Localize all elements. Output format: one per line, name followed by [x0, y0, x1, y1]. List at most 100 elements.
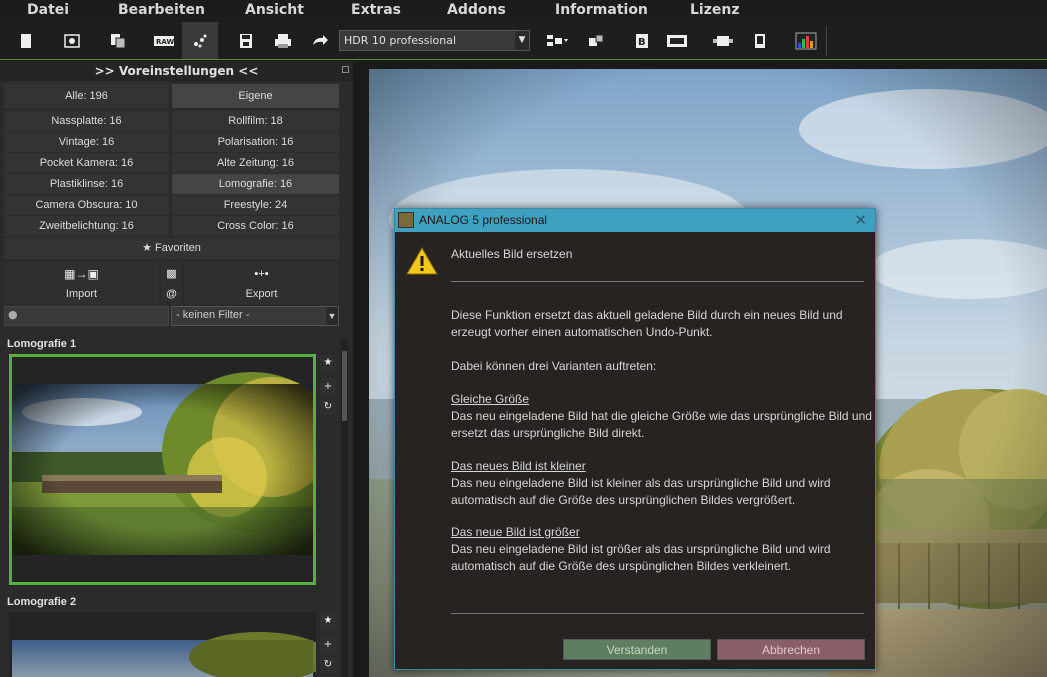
mobile-icon[interactable] — [748, 29, 772, 53]
toolbar-divider — [826, 26, 827, 56]
chevron-down-icon: ▼ — [515, 31, 529, 50]
menubar: Datei Bearbeiten Ansicht Extras Addons I… — [0, 0, 1047, 22]
filter-select[interactable]: - keinen Filter - ▼ — [171, 306, 339, 326]
variants-text: Dabei können drei Varianten auftreten: — [451, 359, 657, 373]
new-file-icon[interactable] — [14, 29, 38, 53]
case-same-size-line-2: ersetzt das ursprüngliche Bild direkt. — [451, 426, 645, 440]
category-zweitbelichtung[interactable]: Zweitbelichtung: 16 — [4, 216, 169, 236]
intro-line-1: Diese Funktion ersetzt das aktuell gelad… — [451, 308, 843, 322]
warning-icon — [406, 246, 438, 275]
app-icon — [398, 212, 414, 228]
case-larger-line-2: automatisch auf die Größe des urspünglic… — [451, 559, 792, 573]
share-icon[interactable] — [308, 29, 332, 53]
favorites-button[interactable]: ★ Favoriten — [4, 238, 339, 259]
thumbnail-lomografie-1[interactable] — [9, 354, 316, 585]
case-same-size-title: Gleiche Größe — [451, 392, 530, 406]
presets-panel-title: >> Voreinstellungen << — [0, 61, 353, 81]
scrollbar-thumb[interactable] — [342, 351, 347, 421]
presets-icon[interactable] — [182, 22, 218, 59]
search-icon: ● — [8, 308, 18, 321]
category-cross-color[interactable]: Cross Color: 16 — [172, 216, 339, 236]
dialog-body: Aktuelles Bild ersetzen Diese Funktion e… — [395, 232, 875, 669]
film-icon[interactable] — [665, 29, 689, 53]
case-smaller-title: Das neues Bild ist kleiner — [451, 459, 586, 473]
preset-select[interactable]: HDR 10 professional ▼ — [339, 30, 530, 51]
save-icon[interactable] — [234, 29, 258, 53]
category-rollfilm[interactable]: Rollfilm: 18 — [172, 111, 339, 131]
import-button[interactable]: ▦→▣ Import — [4, 262, 159, 304]
add-icon[interactable]: + — [320, 637, 336, 653]
replace-image-dialog: ANALOG 5 professional ✕ Aktuelles Bild e… — [394, 208, 876, 670]
tab-own[interactable]: Eigene — [172, 84, 339, 108]
menu-extras[interactable]: Extras — [351, 2, 401, 18]
tab-all[interactable]: Alle: 196 — [4, 84, 169, 108]
import-icon: ▦→▣ — [64, 267, 99, 281]
category-nassplatte[interactable]: Nassplatte: 16 — [4, 111, 169, 131]
export-icon: ▪+▪ — [254, 268, 269, 280]
thumb-title-1: Lomografie 1 — [7, 338, 77, 350]
compare-icon[interactable] — [584, 29, 608, 53]
category-lomografie[interactable]: Lomografie: 16 — [172, 174, 339, 194]
thumbnail-scrollbar[interactable] — [341, 339, 348, 677]
preset-select-value: HDR 10 professional — [344, 34, 457, 47]
category-alte-zeitung[interactable]: Alte Zeitung: 16 — [172, 153, 339, 173]
info-icon[interactable]: B — [630, 29, 654, 53]
grid-icon: ▩ — [166, 268, 177, 280]
category-camera-obscura[interactable]: Camera Obscura: 10 — [4, 195, 169, 215]
category-freestyle[interactable]: Freestyle: 24 — [172, 195, 339, 215]
at-label: @ — [166, 288, 177, 300]
svg-text:RAW: RAW — [156, 38, 174, 46]
close-icon[interactable]: ✕ — [854, 211, 867, 229]
category-vintage[interactable]: Vintage: 16 — [4, 132, 169, 152]
menu-addons[interactable]: Addons — [447, 2, 506, 18]
menu-information[interactable]: Information — [555, 2, 648, 18]
dialog-heading: Aktuelles Bild ersetzen — [451, 247, 573, 261]
case-same-size-line-1: Das neu eingeladene Bild hat die gleiche… — [451, 409, 872, 423]
divider — [451, 613, 864, 614]
open-icon[interactable] — [60, 29, 84, 53]
category-pocket-kamera[interactable]: Pocket Kamera: 16 — [4, 153, 169, 173]
thumb-title-2: Lomografie 2 — [7, 596, 77, 608]
print-icon[interactable] — [271, 29, 295, 53]
thumbnail-image — [12, 632, 316, 677]
menu-ansicht[interactable]: Ansicht — [245, 2, 304, 18]
svg-text:B: B — [638, 37, 646, 48]
category-polarisation[interactable]: Polarisation: 16 — [172, 132, 339, 152]
toolbar: RAW HDR 10 professional ▼ B — [0, 22, 1047, 60]
refresh-icon[interactable]: ↻ — [320, 399, 336, 415]
add-icon[interactable]: + — [320, 379, 336, 395]
presets-panel: >> Voreinstellungen << Alle: 196 Eigene … — [0, 61, 353, 677]
case-smaller-line-2: automatisch auf die Größe des ursprüngli… — [451, 493, 796, 507]
layout-icon[interactable] — [545, 29, 569, 53]
case-larger-line-1: Das neu eingeladene Bild ist größer als … — [451, 542, 831, 556]
favorite-star-icon[interactable]: ★ — [320, 613, 336, 629]
dialog-titlebar[interactable]: ANALOG 5 professional ✕ — [395, 209, 875, 232]
export-button[interactable]: ▪+▪ Export — [184, 262, 339, 304]
mail-button[interactable]: ▩ @ — [161, 262, 182, 304]
copy-icon[interactable] — [106, 29, 130, 53]
intro-line-2: erzeugt vorher einen automatischen Undo-… — [451, 325, 713, 339]
menu-lizenz[interactable]: Lizenz — [690, 2, 739, 18]
case-smaller-line-1: Das neu eingeladene Bild ist kleiner als… — [451, 476, 831, 490]
histogram-icon[interactable] — [794, 29, 818, 53]
filter-value: - keinen Filter - — [176, 309, 250, 321]
menu-bearbeiten[interactable]: Bearbeiten — [118, 2, 205, 18]
raw-icon[interactable]: RAW — [152, 29, 176, 53]
divider — [451, 281, 864, 282]
cancel-button[interactable]: Abbrechen — [717, 639, 865, 660]
crop-icon[interactable] — [711, 29, 735, 53]
export-label: Export — [245, 288, 278, 300]
menu-datei[interactable]: Datei — [27, 2, 69, 18]
chevron-down-icon: ▼ — [326, 307, 338, 325]
search-input[interactable]: ● — [4, 306, 169, 326]
case-larger-title: Das neue Bild ist größer — [451, 525, 580, 539]
category-plastiklinse[interactable]: Plastiklinse: 16 — [4, 174, 169, 194]
dialog-title: ANALOG 5 professional — [419, 213, 548, 227]
ok-button[interactable]: Verstanden — [563, 639, 711, 660]
thumbnail-image — [12, 372, 313, 555]
import-label: Import — [65, 288, 98, 300]
thumbnail-lomografie-2[interactable] — [9, 612, 316, 677]
favorite-star-icon[interactable]: ★ — [320, 355, 336, 371]
panel-float-icon[interactable] — [342, 66, 349, 73]
refresh-icon[interactable]: ↻ — [320, 657, 336, 673]
